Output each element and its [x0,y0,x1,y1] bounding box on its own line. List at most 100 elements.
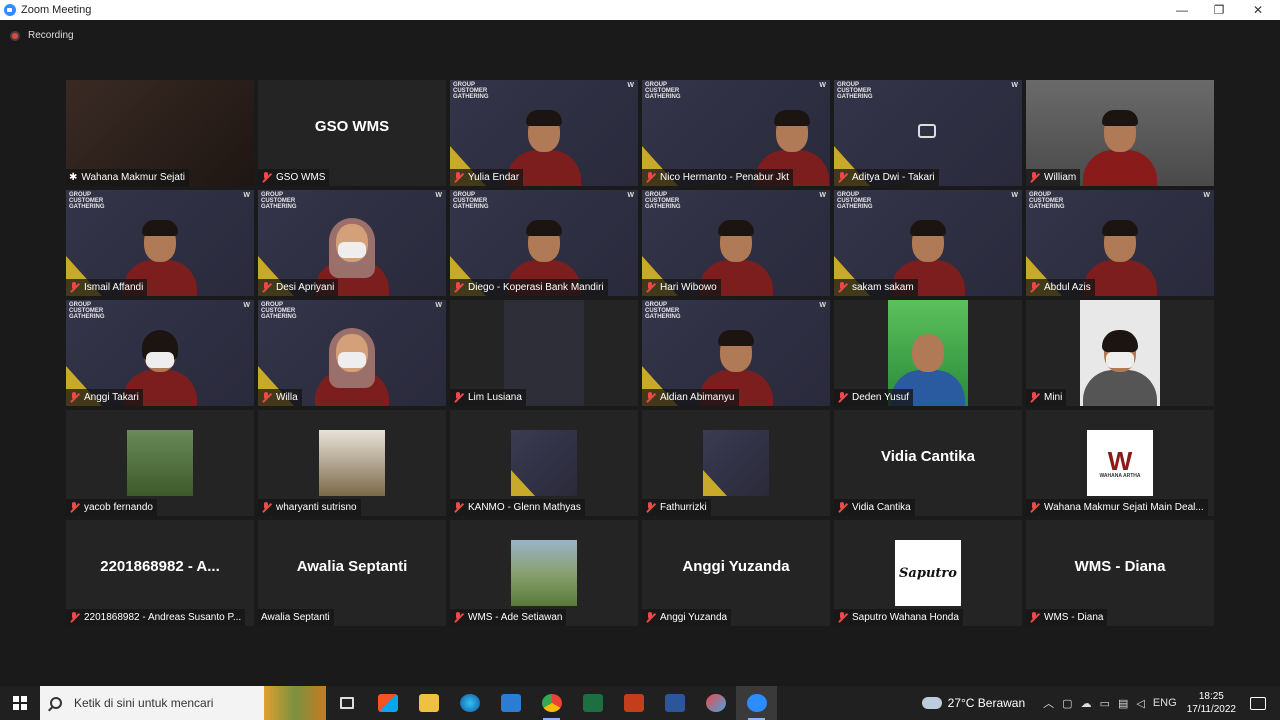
participant-tile[interactable]: 2201868982 - A... 2201868982 - Andreas Su… [66,520,254,626]
participant-tile[interactable]: GSO WMS GSO WMS [258,80,446,186]
participant-tile[interactable]: GROUP CUSTOMER GATHERING W Yulia Endar [450,80,638,186]
powerpoint-icon [623,694,644,712]
participant-tile[interactable]: GROUP CUSTOMER GATHERING W Willa [258,300,446,406]
participant-tile[interactable]: William [1026,80,1214,186]
background-caption: GROUP CUSTOMER GATHERING [837,82,873,100]
battery-icon[interactable]: ▭ [1100,697,1110,710]
participant-name-label: Desi Apriyani [258,279,339,296]
participant-name: Diego - Koperasi Bank Mandiri [468,282,604,293]
participant-tile[interactable]: Vidia Cantika Vidia Cantika [834,410,1022,516]
taskbar-search[interactable]: Ketik di sini untuk mencari [40,686,326,720]
profile-picture [511,430,577,496]
mic-muted-icon [69,392,80,403]
participant-tile[interactable]: GROUP CUSTOMER GATHERING W Aldian Abimanyu [642,300,830,406]
participant-name: Vidia Cantika [852,502,911,513]
participant-tile[interactable]: Mini [1026,300,1214,406]
edge-button[interactable] [449,686,490,720]
participant-tile[interactable]: GROUP CUSTOMER GATHERING W Desi Apriyani [258,190,446,296]
mic-muted-icon [645,172,656,183]
participant-tile[interactable]: WMS - Ade Setiawan [450,520,638,626]
snipping-tool-button[interactable] [695,686,736,720]
mail-button[interactable] [490,686,531,720]
participant-tile[interactable]: GROUP CUSTOMER GATHERING W Anggi Takari [66,300,254,406]
powerpoint-button[interactable] [613,686,654,720]
background-logo: W [435,302,442,309]
minimize-button[interactable]: — [1162,0,1202,20]
wahana-logo: W WAHANA ARTHA [1087,430,1153,496]
participant-tile[interactable]: ✱ Wahana Makmur Sejati [66,80,254,186]
participant-name-label: Deden Yusuf [834,389,914,406]
background-logo: W [243,302,250,309]
participant-tile[interactable]: yacob fernando [66,410,254,516]
video-off-icon [918,124,936,138]
meet-now-icon[interactable]: ▢ [1062,697,1072,710]
participant-tile[interactable]: Saputro Saputro Wahana Honda [834,520,1022,626]
participant-tile[interactable]: WMS - Diana WMS - Diana [1026,520,1214,626]
background-caption: GROUP CUSTOMER GATHERING [645,302,681,320]
recording-indicator[interactable]: Recording [10,30,74,41]
participant-name-label: Awalia Septanti [258,609,334,626]
participant-tile[interactable]: KANMO - Glenn Mathyas [450,410,638,516]
window-title: Zoom Meeting [21,4,92,16]
clock[interactable]: 18:25 17/11/2022 [1187,690,1236,716]
mic-muted-icon [261,282,272,293]
start-button[interactable] [0,686,40,720]
task-view-button[interactable] [326,686,367,720]
background-logo: W [819,82,826,89]
mic-muted-icon [1029,172,1040,183]
close-button[interactable]: ✕ [1238,0,1278,20]
word-button[interactable] [654,686,695,720]
participant-name: GSO WMS [276,172,326,183]
chevron-up-icon[interactable]: ︿ [1043,695,1054,711]
mic-muted-icon [69,502,80,513]
weather-widget[interactable]: 27°C Berawan [921,696,1025,710]
notification-icon[interactable] [1250,696,1266,710]
excel-button[interactable] [572,686,613,720]
zoom-app-button[interactable] [736,686,777,720]
participant-tile[interactable]: GROUP CUSTOMER GATHERING W Ismail Affandi [66,190,254,296]
saputro-logo: Saputro [895,540,961,606]
mic-muted-icon [1029,392,1040,403]
participant-tile[interactable]: GROUP CUSTOMER GATHERING W sakam sakam [834,190,1022,296]
clock-date: 17/11/2022 [1186,704,1236,715]
chrome-button[interactable] [531,686,572,720]
background-logo: W [1203,192,1210,199]
participant-tile[interactable]: GROUP CUSTOMER GATHERING W Hari Wibowo [642,190,830,296]
participant-display-name: GSO WMS [314,118,390,135]
file-explorer-button[interactable] [408,686,449,720]
mic-muted-icon [1029,282,1040,293]
participant-display-name: Awalia Septanti [296,558,408,575]
participant-tile[interactable]: Awalia Septanti Awalia Septanti [258,520,446,626]
participant-tile[interactable]: W WAHANA ARTHA Wahana Makmur Sejati Main D… [1026,410,1214,516]
store-button[interactable] [367,686,408,720]
search-icon [50,697,62,709]
participant-tile[interactable]: wharyanti sutrisno [258,410,446,516]
onedrive-icon[interactable]: ☁ [1081,697,1092,710]
volume-icon[interactable]: ◁ [1136,697,1144,710]
zoom-icon [746,694,767,712]
participant-name: Ismail Affandi [84,282,144,293]
participant-tile[interactable]: GROUP CUSTOMER GATHERING W Nico Hermanto -… [642,80,830,186]
zoom-logo-icon [4,4,16,16]
restore-button[interactable]: ❐ [1199,0,1239,20]
participant-tile[interactable]: GROUP CUSTOMER GATHERING W Diego - Koperas… [450,190,638,296]
cloud-icon [921,697,942,709]
participant-name: William [1044,172,1077,183]
network-icon[interactable]: ▤ [1118,697,1128,710]
participant-display-name: 2201868982 - A... [100,558,220,575]
participant-tile[interactable]: GROUP CUSTOMER GATHERING W Abdul Azis [1026,190,1214,296]
participant-name: Awalia Septanti [261,612,330,623]
participant-name-label: Aldian Abimanyu [642,389,739,406]
record-icon [10,30,20,41]
search-highlight-image [264,686,326,720]
mic-muted-icon [645,282,656,293]
participant-name-label: Nico Hermanto - Penabur Jkt [642,169,793,186]
participant-tile[interactable]: GROUP CUSTOMER GATHERING W Aditya Dwi - Ta… [834,80,1022,186]
excel-icon [582,694,603,712]
participant-tile[interactable]: Lim Lusiana [450,300,638,406]
language-indicator[interactable]: ENG [1153,697,1177,709]
participant-tile[interactable]: Fathurrizki [642,410,830,516]
participant-tile[interactable]: Deden Yusuf [834,300,1022,406]
participant-name: Yulia Endar [468,172,520,183]
participant-tile[interactable]: Anggi Yuzanda Anggi Yuzanda [642,520,830,626]
